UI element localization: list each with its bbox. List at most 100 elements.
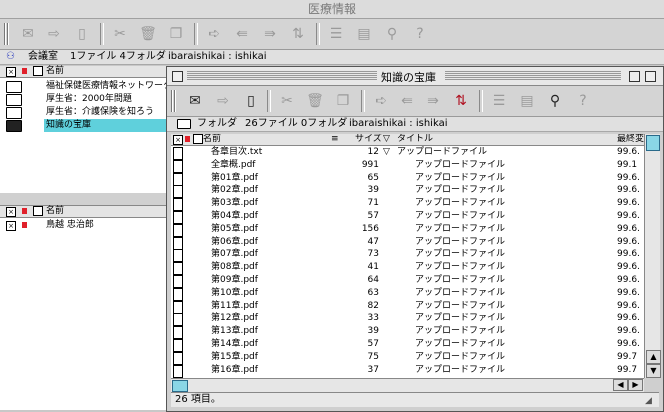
help-icon[interactable]: ?: [573, 91, 593, 111]
horizontal-scrollbar[interactable]: ◀ ▶: [171, 378, 644, 392]
cut-icon[interactable]: ✂: [277, 91, 297, 111]
forward-icon[interactable]: ⇨: [213, 91, 233, 111]
file-list: × 名前 ≡ サイズ ▽ タイトル 最終変 各章目次.txt 12 アップロードファ…: [171, 134, 644, 378]
folder-window-titlebar[interactable]: 知識の宝庫: [167, 67, 663, 86]
next-icon[interactable]: ➪: [371, 91, 391, 111]
file-row[interactable]: 第08章.pdf 41 アップロードファイル 99.6.: [171, 261, 644, 276]
conference-icon: ⚇: [6, 51, 15, 62]
list-item[interactable]: 厚生省：介護保険を知ろう: [0, 106, 166, 119]
toolbar-grip-icon[interactable]: [4, 23, 10, 45]
search-icon[interactable]: ⚲: [382, 24, 402, 44]
zoom-box-icon[interactable]: [629, 71, 640, 82]
folder-icon: [6, 107, 22, 119]
hscroll-thumb[interactable]: [172, 380, 188, 392]
date-column-header[interactable]: 最終変: [617, 134, 644, 145]
select-all-icon[interactable]: ×: [173, 135, 183, 145]
file-title: アップロードファイル: [415, 172, 506, 183]
file-row[interactable]: 第03章.pdf 71 アップロードファイル 99.6.: [171, 197, 644, 212]
pdf-file-icon: [173, 364, 183, 378]
trash-icon[interactable]: 🗑: [138, 24, 158, 44]
file-size: 75: [367, 351, 379, 362]
size-column-header[interactable]: サイズ: [355, 134, 382, 145]
next-icon[interactable]: ➪: [204, 24, 224, 44]
folder-icon: [6, 94, 22, 106]
cut-icon[interactable]: ✂: [110, 24, 130, 44]
file-row[interactable]: 第07章.pdf 73 アップロードファイル 99.6.: [171, 248, 644, 263]
select-all-icon[interactable]: ×: [6, 207, 16, 217]
column-resize-icon[interactable]: ≡: [331, 134, 339, 145]
file-row[interactable]: 第15章.pdf 75 アップロードファイル 99.7: [171, 351, 644, 365]
file-title: アップロードファイル: [415, 236, 506, 247]
list-item[interactable]: 厚生省：2000年問題: [0, 93, 166, 106]
file-row[interactable]: 第04章.pdf 57 アップロードファイル 99.6.: [171, 210, 644, 224]
forward-arrow-icon[interactable]: ⇛: [260, 24, 280, 44]
toolbar-grip-icon[interactable]: [171, 90, 177, 112]
scroll-up-icon[interactable]: ▲: [646, 350, 661, 364]
list-item[interactable]: 福祉保健医療情報ネットワーク: [0, 80, 172, 93]
name-column-header[interactable]: 名前: [46, 66, 64, 77]
file-row[interactable]: 第06章.pdf 47 アップロードファイル 99.6.: [171, 236, 644, 250]
copy-icon[interactable]: ❐: [166, 24, 186, 44]
resize-grip-icon[interactable]: ◢: [645, 394, 652, 408]
forward-icon[interactable]: ⇨: [44, 24, 64, 44]
file-row[interactable]: 全章概.pdf 991 アップロードファイル 99.1: [171, 159, 644, 173]
file-row[interactable]: 第13章.pdf 39 アップロードファイル 99.6.: [171, 325, 644, 340]
file-row[interactable]: 第02章.pdf 39 アップロードファイル 99.6.: [171, 184, 644, 199]
file-size: 33: [367, 313, 379, 324]
file-row[interactable]: 第09章.pdf 64 アップロードファイル 99.6.: [171, 274, 644, 288]
file-title: アップロードファイル: [415, 326, 506, 337]
file-row[interactable]: 第01章.pdf 65 アップロードファイル 99.6.: [171, 172, 644, 186]
document-icon[interactable]: ▯: [72, 24, 92, 44]
new-message-icon[interactable]: ✉: [185, 91, 205, 111]
file-row[interactable]: 第11章.pdf 82 アップロードファイル 99.6.: [171, 300, 644, 314]
folder-path-bar: フォルダ 26ファイル 0フォルダ ibaraishikai : ishikai: [167, 117, 663, 132]
file-row[interactable]: 第10章.pdf 63 アップロードファイル 99.6.: [171, 287, 644, 301]
copy-icon[interactable]: ❐: [333, 91, 353, 111]
select-all-icon[interactable]: ×: [6, 67, 16, 77]
list-item-selected[interactable]: 知識の宝庫: [0, 119, 168, 132]
file-title: アップロードファイル: [415, 339, 506, 349]
back-icon[interactable]: ⇚: [232, 24, 252, 44]
file-name: 第09章.pdf: [211, 275, 258, 285]
search-icon[interactable]: ⚲: [545, 91, 565, 111]
scroll-right-icon[interactable]: ▶: [628, 379, 643, 391]
users-icon[interactable]: ☰: [489, 91, 509, 111]
sort-icon[interactable]: ⇅: [451, 91, 471, 111]
toolbar-separator: [361, 90, 365, 112]
file-row[interactable]: 第16章.pdf 37 アップロードファイル 99.7: [171, 364, 644, 378]
users-icon[interactable]: ☰: [326, 24, 346, 44]
scroll-left-icon[interactable]: ◀: [613, 379, 628, 391]
close-box-icon[interactable]: [172, 71, 183, 82]
file-row[interactable]: 第12章.pdf 33 アップロードファイル 99.6.: [171, 312, 644, 327]
file-name: 第14章.pdf: [211, 339, 258, 349]
file-row[interactable]: 第05章.pdf 156 アップロードファイル 99.6.: [171, 223, 644, 237]
scroll-down-icon[interactable]: ▼: [646, 364, 661, 378]
file-size: 71: [367, 198, 379, 209]
name-column-header[interactable]: 名前: [203, 134, 221, 145]
new-message-icon[interactable]: ✉: [18, 24, 38, 44]
trash-icon[interactable]: 🗑: [305, 91, 325, 111]
properties-icon[interactable]: ▤: [354, 24, 374, 44]
file-date: 99.6.: [617, 223, 640, 234]
scroll-thumb[interactable]: [646, 135, 660, 151]
collapse-box-icon[interactable]: [645, 71, 656, 82]
name-column-header[interactable]: 名前: [46, 206, 64, 217]
file-row[interactable]: 各章目次.txt 12 アップロードファイル 99.6. ▽: [171, 146, 644, 160]
list-item[interactable]: × 鳥越 忠治郎: [0, 219, 166, 232]
file-row[interactable]: 第14章.pdf 57 アップロードファイル 99.6.: [171, 338, 644, 352]
back-icon[interactable]: ⇚: [397, 91, 417, 111]
vertical-scrollbar[interactable]: ▲ ▼: [644, 134, 661, 378]
file-name: 第15章.pdf: [211, 351, 258, 362]
sort-arrow-icon[interactable]: ▽: [383, 134, 390, 145]
help-icon[interactable]: ?: [410, 24, 430, 44]
sort-icon[interactable]: ⇅: [288, 24, 308, 44]
file-list-header: × 名前 ≡ サイズ ▽ タイトル 最終変: [171, 134, 644, 146]
panel-splitter[interactable]: [0, 192, 166, 206]
forward-arrow-icon[interactable]: ⇛: [423, 91, 443, 111]
document-icon[interactable]: ▯: [241, 91, 261, 111]
file-size: 82: [367, 300, 379, 311]
properties-icon[interactable]: ▤: [517, 91, 537, 111]
disclosure-triangle-icon[interactable]: ▽: [383, 146, 390, 159]
flag-column-icon: [185, 136, 190, 142]
title-column-header[interactable]: タイトル: [397, 134, 433, 145]
